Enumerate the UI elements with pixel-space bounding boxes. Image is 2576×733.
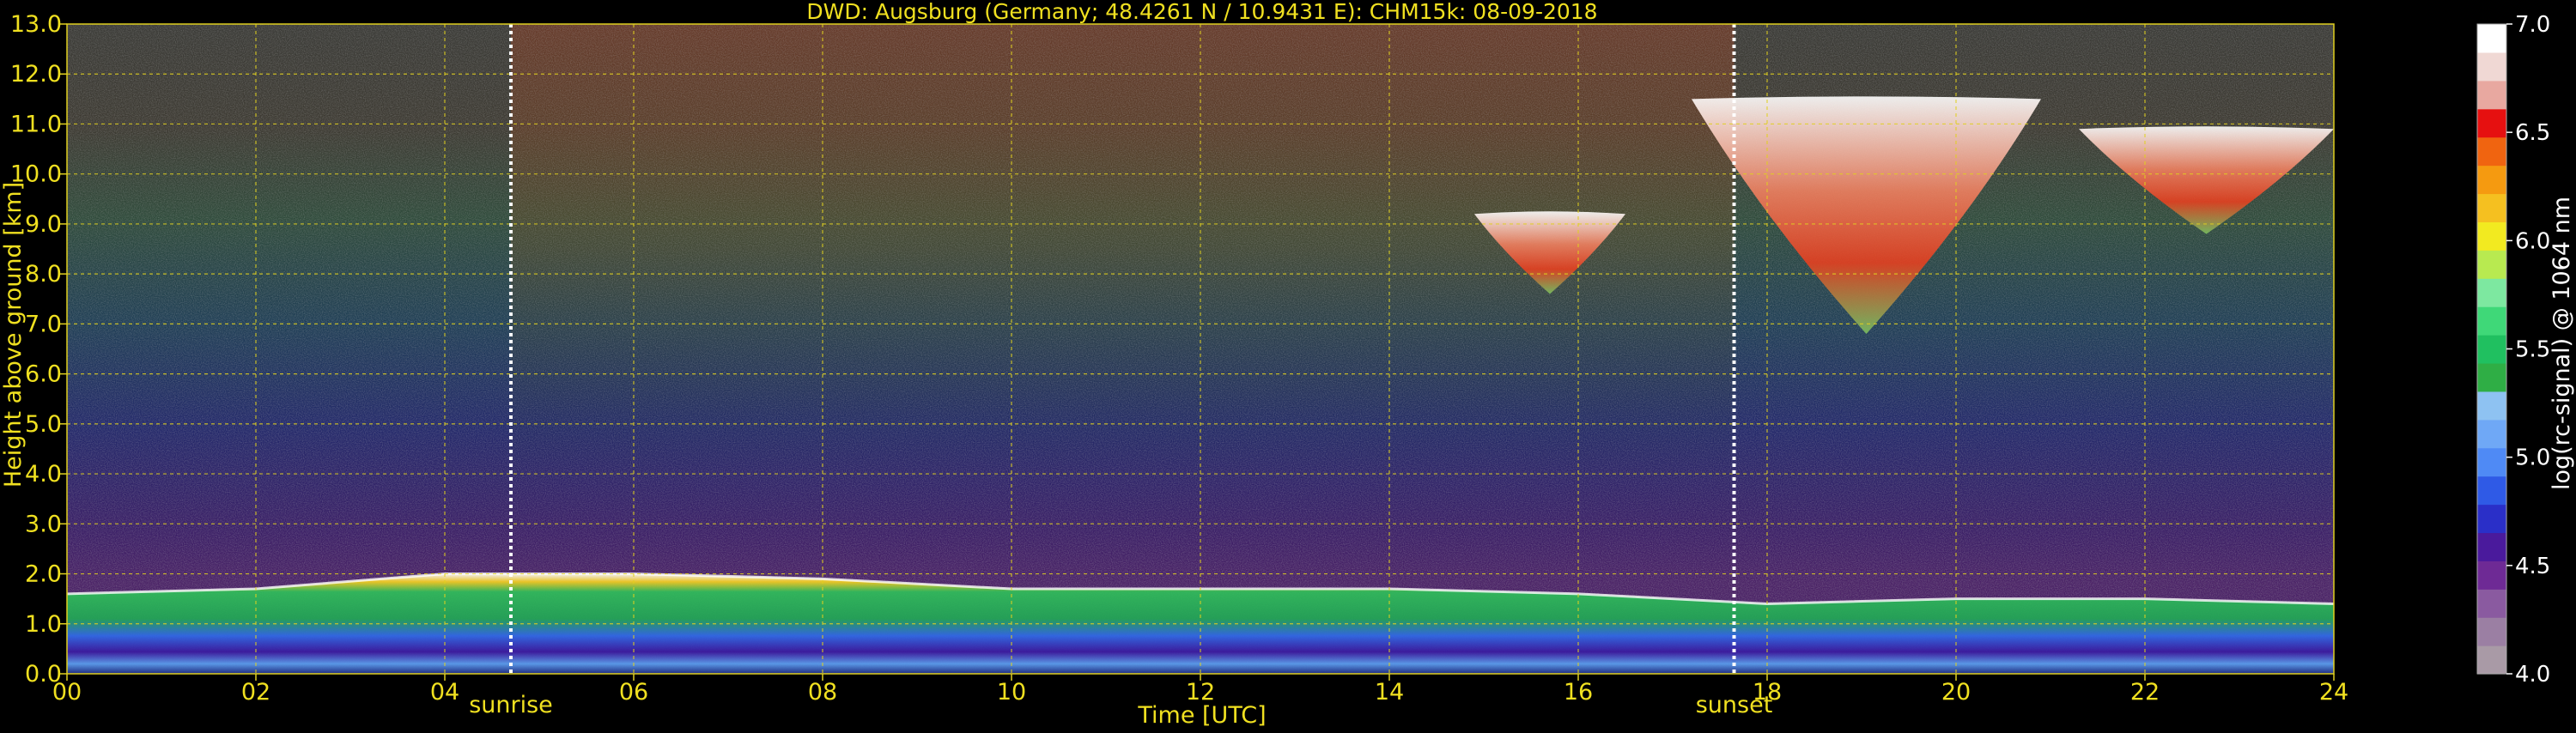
colorbar-segment: [2477, 250, 2506, 279]
colorbar-segment: [2477, 589, 2506, 618]
colorbar-segment: [2477, 504, 2506, 534]
y-tick-label: 9.0: [25, 211, 62, 238]
ceilometer-chart: sunrise sunset 00 02 04 06 08 10 12 14 16 18 20 22 24…: [0, 0, 2576, 730]
x-tick-label: 14: [1375, 679, 1404, 706]
colorbar-segment: [2477, 560, 2506, 590]
colorbar-segment: [2477, 221, 2506, 251]
colorbar-tick-label: 4.0: [2515, 662, 2550, 688]
y-tick-label: 6.0: [25, 361, 62, 388]
colorbar-segment: [2477, 24, 2506, 53]
colorbar-tick-label: 7.0: [2515, 12, 2550, 38]
colorbar-label: log(rc-signal) @ 1064 nm: [2549, 197, 2575, 490]
colorbar-segment: [2477, 362, 2506, 392]
x-tick-label: 04: [430, 679, 459, 706]
colorbar-tick-label: 4.5: [2515, 554, 2550, 579]
y-tick-label: 5.0: [25, 411, 62, 438]
x-tick-label: 10: [997, 679, 1026, 706]
x-tick-label: 08: [808, 679, 837, 706]
colorbar-segment: [2477, 419, 2506, 449]
colorbar-segment: [2477, 278, 2506, 307]
x-tick-label: 18: [1753, 679, 1782, 706]
colorbar-segment: [2477, 306, 2506, 336]
x-tick-label: 06: [619, 679, 648, 706]
y-tick-label: 3.0: [25, 511, 62, 537]
y-axis-label: Height above ground [km]: [0, 182, 27, 488]
colorbar-segment: [2477, 136, 2506, 167]
colorbar-segment: [2477, 617, 2506, 646]
colorbar-segment: [2477, 532, 2506, 561]
colorbar-tick-label: 6.5: [2515, 120, 2550, 146]
colorbar-tick-label: 5.0: [2515, 445, 2550, 471]
colorbar-segment: [2477, 476, 2506, 506]
colorbar-segment: [2477, 80, 2506, 110]
y-tick-label: 0.0: [25, 661, 62, 688]
y-tick-label: 8.0: [25, 261, 62, 288]
colorbar-tick-label: 6.0: [2515, 228, 2550, 254]
colorbar-segment: [2477, 391, 2506, 421]
chart-svg: sunrise sunset 00 02 04 06 08 10 12 14 16 18 20 22 24…: [0, 0, 2575, 729]
y-tick-label: 4.0: [25, 461, 62, 488]
y-tick-label: 13.0: [10, 11, 62, 38]
colorbar-segment: [2477, 335, 2506, 364]
colorbar-tick-label: 5.5: [2515, 337, 2550, 363]
colorbar-segment: [2477, 165, 2506, 195]
colorbar-segment: [2477, 51, 2506, 82]
colorbar: 4.0 4.5 5.0 5.5 6.0 6.5 7.0: [2476, 12, 2550, 688]
colorbar-segment: [2477, 447, 2506, 477]
x-tick-label: 20: [1941, 679, 1971, 706]
y-tick-label: 1.0: [25, 611, 62, 638]
x-tick-label: 16: [1564, 679, 1593, 706]
x-tick-label: 22: [2130, 679, 2160, 706]
y-tick-label: 2.0: [25, 561, 62, 588]
y-tick-label: 7.0: [25, 311, 62, 337]
colorbar-segment: [2477, 108, 2506, 138]
x-axis-label: Time [UTC]: [1137, 702, 1266, 729]
x-tick-label: 02: [241, 679, 270, 706]
x-tick-label: 24: [2319, 679, 2348, 706]
chart-title: DWD: Augsburg (Germany; 48.4261 N / 10.9…: [806, 0, 1597, 24]
colorbar-segment: [2477, 193, 2506, 222]
y-tick-label: 11.0: [10, 111, 62, 137]
sun-marker-label: sunrise: [469, 692, 553, 718]
y-tick-label: 12.0: [10, 61, 62, 88]
colorbar-segment: [2477, 645, 2506, 675]
